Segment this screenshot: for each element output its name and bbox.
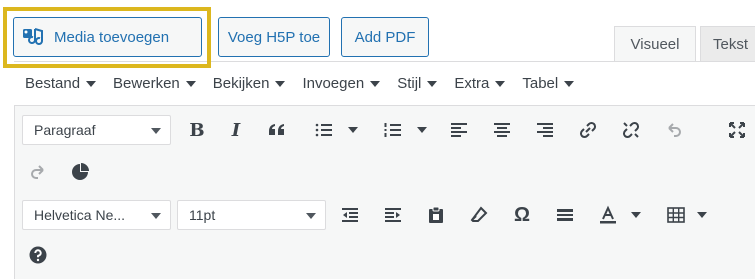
link-icon xyxy=(579,121,597,139)
menu-insert-label: Invoegen xyxy=(302,75,365,92)
chevron-down-icon xyxy=(306,213,316,219)
menu-style[interactable]: Stijl xyxy=(397,75,438,92)
chevron-down-icon xyxy=(564,80,575,87)
tab-visual[interactable]: Visueel xyxy=(614,26,696,62)
chevron-down-icon xyxy=(370,80,381,87)
font-size-value: 11pt xyxy=(189,207,216,223)
bullet-list-button[interactable] xyxy=(312,118,336,142)
undo-button[interactable] xyxy=(662,118,686,142)
tab-visual-label: Visueel xyxy=(630,36,680,53)
toolbar-toggle-button[interactable] xyxy=(68,160,92,184)
menu-tools[interactable]: Extra xyxy=(454,75,506,92)
menu-table-label: Tabel xyxy=(522,75,559,92)
horizontal-line-icon xyxy=(557,209,573,221)
insert-link-button[interactable] xyxy=(576,118,600,142)
blockquote-button[interactable] xyxy=(265,118,289,142)
unlink-icon xyxy=(622,121,640,139)
fullscreen-button[interactable] xyxy=(725,118,749,142)
menu-view-label: Bekijken xyxy=(212,75,270,92)
font-family-value: Helvetica Ne... xyxy=(34,207,126,223)
horizontal-line-button[interactable] xyxy=(553,203,577,227)
outdent-button[interactable] xyxy=(338,203,362,227)
table-button[interactable] xyxy=(664,203,688,227)
menu-edit-label: Bewerken xyxy=(113,75,180,92)
help-button[interactable] xyxy=(26,243,50,267)
menu-edit[interactable]: Bewerken xyxy=(113,75,196,92)
menu-tools-label: Extra xyxy=(454,75,490,92)
chevron-down-icon xyxy=(151,128,161,134)
menu-insert[interactable]: Invoegen xyxy=(302,75,381,92)
clipboard-icon xyxy=(429,206,443,223)
format-select-value: Paragraaf xyxy=(34,122,96,138)
menu-file-label: Bestand xyxy=(25,75,81,92)
eraser-icon xyxy=(470,206,488,222)
add-pdf-label: Add PDF xyxy=(354,28,416,46)
format-select[interactable]: Paragraaf xyxy=(22,115,171,145)
numbered-list-icon xyxy=(384,123,401,137)
editor-menubar: Bestand Bewerken Bekijken Invoegen Stijl… xyxy=(14,62,755,106)
remove-link-button[interactable] xyxy=(619,118,643,142)
blockquote-icon xyxy=(269,124,284,135)
menu-view[interactable]: Bekijken xyxy=(213,75,286,92)
chevron-down-icon[interactable] xyxy=(348,126,358,134)
chevron-down-icon xyxy=(151,213,161,219)
special-character-button[interactable]: Ω xyxy=(510,203,534,227)
chevron-down-icon xyxy=(495,80,506,87)
menu-file[interactable]: Bestand xyxy=(25,75,97,92)
chevron-down-icon xyxy=(185,80,196,87)
add-pdf-button[interactable]: Add PDF xyxy=(341,17,429,57)
bold-icon: B xyxy=(189,119,205,141)
font-size-select[interactable]: 11pt xyxy=(177,200,326,230)
undo-icon xyxy=(668,123,681,137)
pie-chart-icon xyxy=(72,163,89,180)
paste-text-button[interactable] xyxy=(424,203,448,227)
add-h5p-label: Voeg H5P toe xyxy=(227,28,321,46)
bold-button[interactable]: B xyxy=(185,118,209,142)
menu-table[interactable]: Tabel xyxy=(522,75,575,92)
align-right-icon xyxy=(537,123,553,137)
indent-button[interactable] xyxy=(381,203,405,227)
highlight-frame xyxy=(3,7,211,68)
clear-formatting-button[interactable] xyxy=(467,203,491,227)
outdent-icon xyxy=(342,208,358,222)
tab-text[interactable]: Tekst xyxy=(700,26,755,62)
tab-text-label: Tekst xyxy=(713,36,749,53)
align-center-button[interactable] xyxy=(490,118,514,142)
chevron-down-icon[interactable] xyxy=(631,211,641,219)
indent-icon xyxy=(385,208,401,222)
text-color-icon xyxy=(600,205,616,224)
bullet-list-icon xyxy=(315,123,332,137)
italic-button[interactable]: I xyxy=(224,118,248,142)
chevron-down-icon xyxy=(275,80,286,87)
font-family-select[interactable]: Helvetica Ne... xyxy=(22,200,171,230)
table-icon xyxy=(667,207,685,223)
chevron-down-icon[interactable] xyxy=(417,126,427,134)
numbered-list-button[interactable] xyxy=(381,118,405,142)
omega-icon: Ω xyxy=(513,203,531,226)
chevron-down-icon[interactable] xyxy=(697,211,707,219)
redo-icon xyxy=(31,165,44,179)
align-left-icon xyxy=(451,123,467,137)
text-color-button[interactable] xyxy=(596,203,620,227)
align-center-icon xyxy=(494,123,510,137)
chevron-down-icon xyxy=(86,80,97,87)
chevron-down-icon xyxy=(427,80,438,87)
menu-style-label: Stijl xyxy=(397,75,422,92)
help-icon xyxy=(29,246,47,264)
add-h5p-button[interactable]: Voeg H5P toe xyxy=(218,17,330,57)
expand-icon xyxy=(729,122,745,138)
italic-icon: I xyxy=(231,119,241,141)
align-right-button[interactable] xyxy=(533,118,557,142)
align-left-button[interactable] xyxy=(447,118,471,142)
redo-button[interactable] xyxy=(26,160,50,184)
